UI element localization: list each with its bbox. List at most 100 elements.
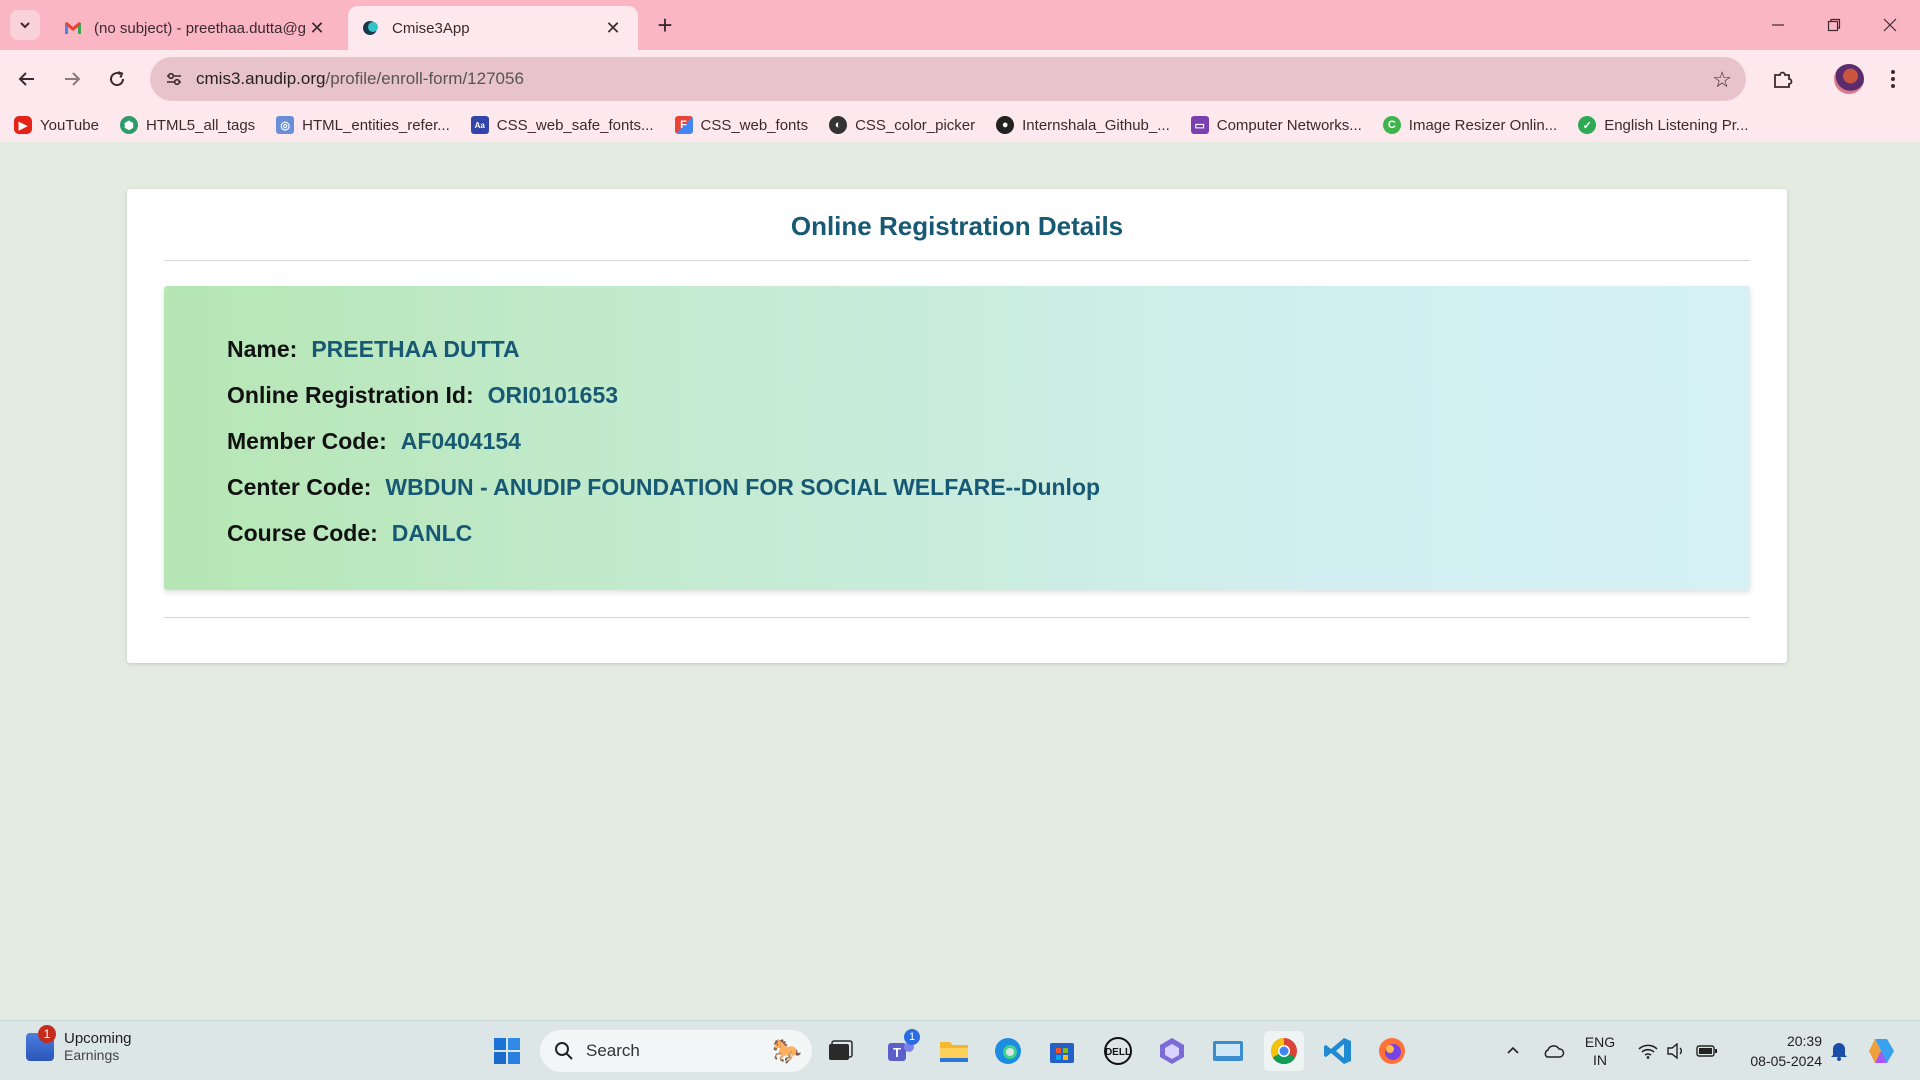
bookmark-css-color-picker[interactable]: ◐ CSS_color_picker	[829, 116, 975, 134]
folder-icon	[940, 1042, 968, 1062]
onedrive-button[interactable]	[1538, 1021, 1568, 1080]
field-name: Name: PREETHAA DUTTA	[227, 326, 1750, 372]
field-label: Member Code:	[227, 427, 387, 454]
registration-details-box: Name: PREETHAA DUTTA Online Registration…	[164, 286, 1750, 590]
reload-icon	[110, 71, 125, 87]
edge-button[interactable]	[988, 1031, 1028, 1071]
wifi-button[interactable]	[1634, 1021, 1662, 1080]
field-value: AF0404154	[400, 427, 521, 454]
region-code: IN	[1593, 1052, 1607, 1068]
close-icon[interactable]: ✕	[602, 17, 624, 39]
bookmark-html5[interactable]: ⬢ HTML5_all_tags	[119, 116, 256, 134]
firefox-button[interactable]	[1372, 1031, 1412, 1071]
bookmark-youtube[interactable]: ▶ YouTube	[14, 116, 99, 134]
stocks-icon: 1	[26, 1024, 56, 1061]
bookmark-css-web-safe-fonts[interactable]: Aa CSS_web_safe_fonts...	[470, 116, 654, 134]
dell-button[interactable]: DELL	[1098, 1031, 1138, 1071]
field-value: DANLC	[391, 519, 473, 546]
url-text: cmis3.anudip.org/profile/enroll-form/127…	[196, 69, 524, 89]
notification-badge: 1	[38, 1024, 56, 1043]
extensions-button[interactable]	[1766, 62, 1800, 96]
resizer-icon: C	[1382, 116, 1401, 134]
battery-icon	[1696, 1045, 1717, 1057]
bookmark-label: HTML_entities_refer...	[302, 116, 450, 134]
vscode-button[interactable]	[1318, 1031, 1358, 1071]
tab-gmail[interactable]: (no subject) - preethaa.dutta@g ✕	[50, 6, 342, 50]
slides-icon: ▭	[1190, 116, 1209, 134]
browser-tabstrip: (no subject) - preethaa.dutta@g ✕ Cmise3…	[0, 0, 1920, 50]
bookmark-css-web-fonts[interactable]: F CSS_web_fonts	[674, 116, 808, 134]
restore-icon	[1827, 18, 1841, 32]
wifi-icon	[1638, 1044, 1658, 1059]
more-vert-icon	[1891, 70, 1895, 88]
bookmark-english-listening[interactable]: ✓ English Listening Pr...	[1578, 116, 1748, 134]
minimize-icon	[1772, 24, 1784, 26]
browser-menu-button[interactable]	[1878, 62, 1908, 96]
copilot-icon	[1869, 1039, 1894, 1063]
edge-icon	[995, 1038, 1021, 1064]
divider	[164, 617, 1750, 618]
battery-button[interactable]	[1692, 1021, 1722, 1080]
reload-button[interactable]	[100, 62, 134, 96]
clock-time: 20:39	[1786, 1033, 1822, 1049]
bookmark-computer-networks[interactable]: ▭ Computer Networks...	[1190, 116, 1362, 134]
github-icon: ●	[996, 116, 1015, 134]
address-bar[interactable]: cmis3.anudip.org/profile/enroll-form/127…	[150, 57, 1746, 101]
chrome-button[interactable]	[1264, 1031, 1304, 1071]
widgets-button[interactable]: 1 Upcoming Earnings	[26, 1024, 132, 1063]
restore-button[interactable]	[1806, 0, 1862, 50]
show-hidden-icons-button[interactable]	[1500, 1021, 1526, 1080]
start-button[interactable]	[487, 1031, 527, 1071]
bookmark-image-resizer[interactable]: C Image Resizer Onlin...	[1382, 116, 1557, 134]
profile-avatar[interactable]	[1834, 64, 1864, 94]
fonts-icon: Aa	[470, 116, 489, 134]
new-tab-button[interactable]: +	[650, 10, 680, 40]
bookmark-star-icon[interactable]: ☆	[1712, 67, 1732, 93]
notification-badge: 1	[904, 1029, 920, 1045]
notifications-button[interactable]	[1824, 1021, 1854, 1080]
tab-cmise3app[interactable]: Cmise3App ✕	[348, 6, 638, 50]
check-icon: ✓	[1578, 116, 1597, 134]
tab-search-button[interactable]	[10, 10, 40, 40]
page-icon: ◎	[276, 116, 295, 134]
tune-icon	[167, 72, 181, 86]
field-value: ORI0101653	[487, 381, 619, 408]
language-indicator[interactable]: ENG IN	[1580, 1021, 1620, 1080]
field-center-code: Center Code: WBDUN - ANUDIP FOUNDATION F…	[227, 464, 1750, 510]
clock[interactable]: 20:39 08-05-2024	[1732, 1021, 1822, 1080]
app-icon	[363, 21, 378, 35]
google-fonts-icon: F	[674, 116, 693, 134]
task-view-button[interactable]	[820, 1031, 860, 1071]
search-placeholder: Search	[586, 1041, 640, 1060]
widget-text: Upcoming Earnings	[64, 1030, 132, 1063]
close-icon[interactable]: ✕	[306, 17, 328, 39]
forward-arrow-icon	[65, 72, 81, 86]
taskbar-search[interactable]: Search 🐎	[540, 1030, 812, 1072]
bookmark-label: HTML5_all_tags	[145, 116, 256, 134]
file-explorer-button[interactable]	[934, 1031, 974, 1071]
copilot-button[interactable]	[1862, 1021, 1902, 1080]
browser-toolbar: cmis3.anudip.org/profile/enroll-form/127…	[0, 50, 1920, 108]
bookmark-internshala-github[interactable]: ● Internshala_Github_...	[996, 116, 1170, 134]
site-info-button[interactable]	[160, 65, 188, 93]
bookmark-label: English Listening Pr...	[1604, 116, 1749, 134]
field-label: Name:	[227, 335, 298, 362]
close-window-button[interactable]	[1862, 0, 1918, 50]
minimize-button[interactable]	[1750, 0, 1806, 50]
copilot-app-button[interactable]	[1152, 1031, 1192, 1071]
keyboard-app-button[interactable]	[1208, 1031, 1248, 1071]
microsoft-store-button[interactable]	[1042, 1031, 1082, 1071]
widget-title: Upcoming	[64, 1030, 132, 1047]
speaker-icon	[1667, 1043, 1682, 1059]
bookmark-html-entities[interactable]: ◎ HTML_entities_refer...	[276, 116, 450, 134]
teams-button[interactable]: T 1	[880, 1029, 920, 1071]
search-icon	[555, 1042, 573, 1060]
chrome-icon	[1270, 1037, 1297, 1065]
bookmark-label: CSS_color_picker	[855, 116, 976, 134]
field-label: Course Code:	[227, 519, 378, 546]
chevron-down-icon	[20, 22, 30, 29]
volume-button[interactable]	[1662, 1021, 1690, 1080]
forward-button[interactable]	[55, 62, 89, 96]
back-button[interactable]	[10, 62, 44, 96]
language-code: ENG	[1584, 1034, 1616, 1050]
